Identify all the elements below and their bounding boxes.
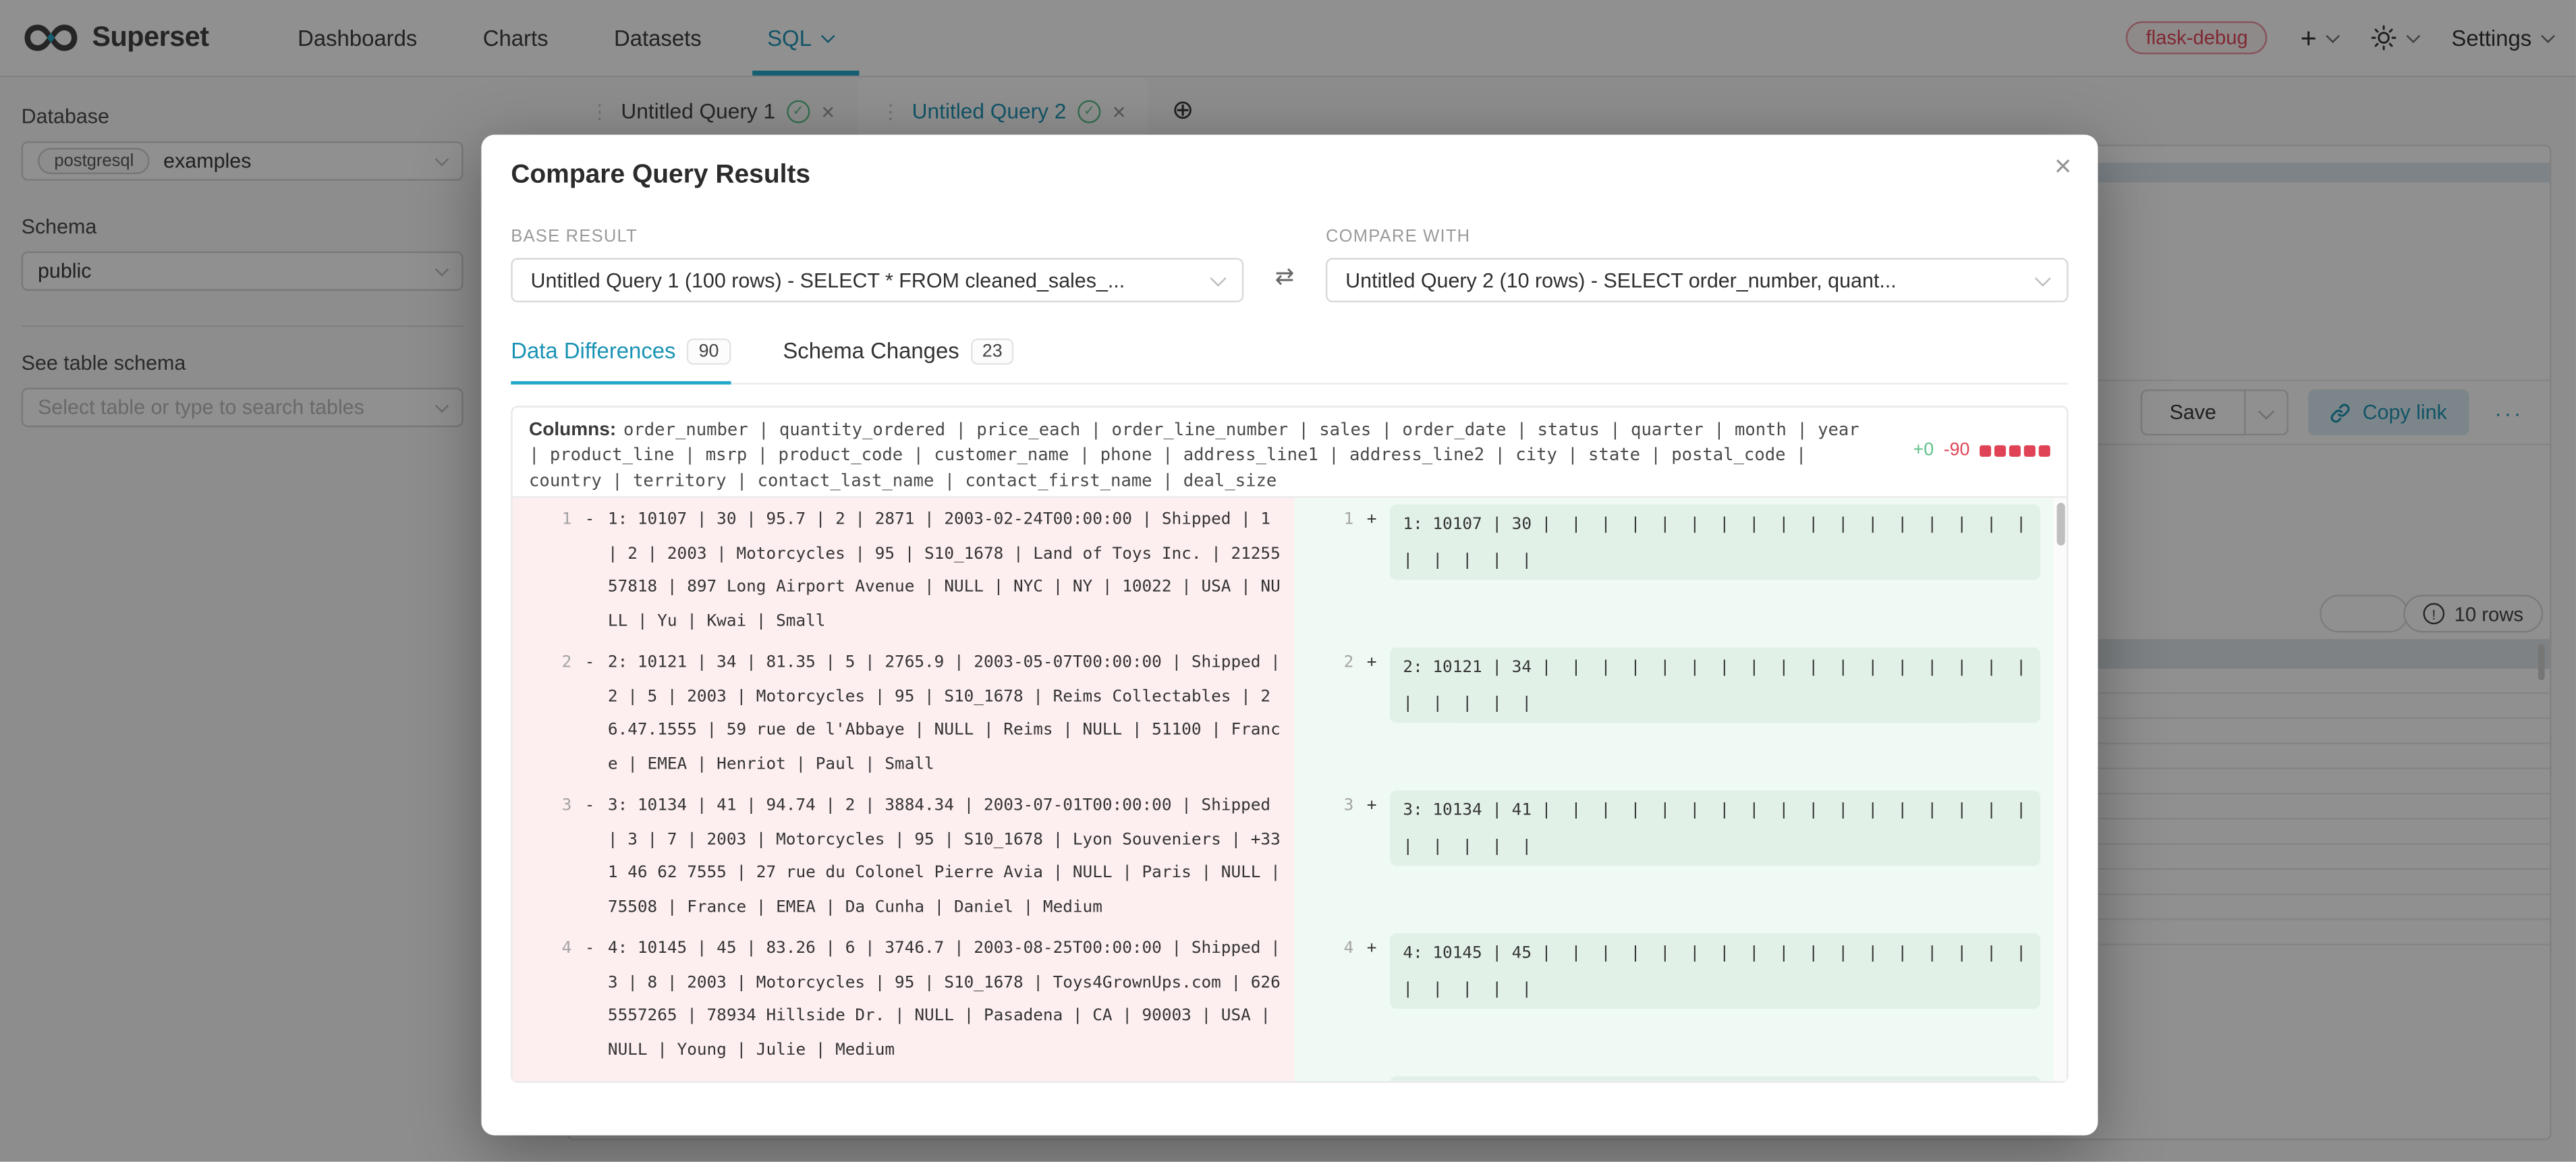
minus-sign: - bbox=[571, 647, 608, 782]
minus-sign: - bbox=[571, 505, 608, 640]
removed-row-text: 1: 10107 | 30 | 95.7 | 2 | 2871 | 2003-0… bbox=[608, 505, 1295, 640]
columns-header: Columns: order_number | quantity_ordered… bbox=[513, 408, 2067, 498]
compare-with-value: Untitled Query 2 (10 rows) - SELECT orde… bbox=[1345, 269, 1897, 292]
diff-removed-pane: 1-1: 10107 | 30 | 95.7 | 2 | 2871 | 2003… bbox=[513, 498, 1295, 1081]
line-number: 4 bbox=[513, 933, 572, 1068]
base-result-value: Untitled Query 1 (100 rows) - SELECT * F… bbox=[530, 269, 1125, 292]
added-row-block: 1: 10107 | 30 | | | | | | | | | | | | | … bbox=[1390, 505, 2040, 580]
diff-removed-row: 4-4: 10145 | 45 | 83.26 | 6 | 3746.7 | 2… bbox=[513, 933, 1295, 1068]
line-number: 3 bbox=[513, 790, 572, 925]
diffstat: +0 -90 bbox=[1913, 441, 2050, 460]
result-selectors: BASE RESULT Untitled Query 1 (100 rows) … bbox=[511, 227, 2068, 302]
diff-added-row: 3+3: 10134 | 41 | | | | | | | | | | | | … bbox=[1295, 790, 2054, 873]
diff-scrollbar bbox=[2054, 498, 2067, 1081]
base-result-select[interactable]: Untitled Query 1 (100 rows) - SELECT * F… bbox=[511, 258, 1243, 302]
modal-tab-label: Schema Changes bbox=[783, 339, 959, 364]
modal-title: Compare Query Results bbox=[511, 161, 810, 191]
base-result-label: BASE RESULT bbox=[511, 227, 1243, 246]
line-number: 4 bbox=[1295, 933, 1354, 1016]
diff-added-row: 4+4: 10145 | 45 | | | | | | | | | | | | … bbox=[1295, 933, 2054, 1016]
chevron-down-icon bbox=[2035, 271, 2051, 287]
added-row-text: 1: 10107 | 30 | | | | | | | | | | | | | … bbox=[1403, 516, 2040, 570]
plus-sign: + bbox=[1353, 505, 1390, 587]
close-icon[interactable]: × bbox=[2054, 151, 2072, 181]
columns-label: Columns: bbox=[529, 420, 616, 440]
diff-added-row: 1+1: 10107 | 30 | | | | | | | | | | | | … bbox=[1295, 505, 2054, 587]
line-number: 2 bbox=[513, 647, 572, 782]
added-row-block: 4: 10145 | 45 | | | | | | | | | | | | | … bbox=[1390, 933, 2040, 1009]
modal-tab-schema-changes[interactable]: Schema Changes 23 bbox=[783, 329, 1013, 383]
added-row-block: 3: 10134 | 41 | | | | | | | | | | | | | … bbox=[1390, 790, 2040, 866]
added-row-block bbox=[1390, 1076, 2040, 1081]
modal-tab-label: Data Differences bbox=[511, 339, 675, 364]
modal-tab-badge: 23 bbox=[971, 337, 1014, 364]
plus-sign bbox=[1353, 1076, 1390, 1081]
screen: Superset DashboardsChartsDatasetsSQL fla… bbox=[0, 0, 2576, 1161]
diffstat-block bbox=[2009, 445, 2021, 456]
minus-sign: - bbox=[571, 933, 608, 1068]
modal-tabs: Data Differences 90 Schema Changes 23 bbox=[511, 329, 2068, 385]
line-number: 1 bbox=[513, 505, 572, 640]
line-number: 2 bbox=[1295, 647, 1354, 729]
diffstat-block bbox=[2039, 445, 2050, 456]
diffstat-blocks bbox=[1980, 445, 2050, 456]
swap-icon[interactable]: ⇄ bbox=[1275, 263, 1295, 291]
added-count: +0 bbox=[1913, 441, 1934, 460]
diff-removed-row: 3-3: 10134 | 41 | 94.74 | 2 | 3884.34 | … bbox=[513, 790, 1295, 925]
removed-row-text: 3: 10134 | 41 | 94.74 | 2 | 3884.34 | 20… bbox=[608, 790, 1295, 925]
removed-row-text: 2: 10121 | 34 | 81.35 | 5 | 2765.9 | 200… bbox=[608, 647, 1295, 782]
diffstat-block bbox=[1994, 445, 2006, 456]
diff-removed-row: 1-1: 10107 | 30 | 95.7 | 2 | 2871 | 2003… bbox=[513, 505, 1295, 640]
removed-count: -90 bbox=[1944, 441, 1970, 460]
added-row-text: 3: 10134 | 41 | | | | | | | | | | | | | … bbox=[1403, 802, 2040, 855]
diffstat-block bbox=[1980, 445, 1991, 456]
modal-tab-data-differences[interactable]: Data Differences 90 bbox=[511, 329, 730, 383]
diff-added-row: 2+2: 10121 | 34 | | | | | | | | | | | | … bbox=[1295, 647, 2054, 729]
chevron-down-icon bbox=[1210, 271, 1226, 287]
columns-list: order_number | quantity_ordered | price_… bbox=[529, 420, 1859, 491]
diff-panel: Columns: order_number | quantity_ordered… bbox=[511, 406, 2068, 1082]
compare-query-results-modal: Compare Query Results × BASE RESULT Unti… bbox=[481, 135, 2098, 1136]
compare-with-select[interactable]: Untitled Query 2 (10 rows) - SELECT orde… bbox=[1326, 258, 2069, 302]
removed-row-text: 4: 10145 | 45 | 83.26 | 6 | 3746.7 | 200… bbox=[608, 933, 1295, 1068]
diff-scrollbar-thumb[interactable] bbox=[2056, 503, 2064, 545]
diffstat-block bbox=[2024, 445, 2036, 456]
diff-added-row bbox=[1295, 1076, 2054, 1081]
added-row-text: 2: 10121 | 34 | | | | | | | | | | | | | … bbox=[1403, 659, 2040, 712]
line-number: 1 bbox=[1295, 505, 1354, 587]
line-number: 3 bbox=[1295, 790, 1354, 873]
compare-with-label: COMPARE WITH bbox=[1326, 227, 2069, 246]
diff-view: 1-1: 10107 | 30 | 95.7 | 2 | 2871 | 2003… bbox=[513, 498, 2067, 1081]
modal-tab-badge: 90 bbox=[688, 337, 731, 364]
plus-sign: + bbox=[1353, 933, 1390, 1016]
line-number bbox=[1295, 1076, 1354, 1081]
added-row-block: 2: 10121 | 34 | | | | | | | | | | | | | … bbox=[1390, 647, 2040, 723]
plus-sign: + bbox=[1353, 790, 1390, 873]
plus-sign: + bbox=[1353, 647, 1390, 729]
diff-removed-row: 2-2: 10121 | 34 | 81.35 | 5 | 2765.9 | 2… bbox=[513, 647, 1295, 782]
added-row-text: 4: 10145 | 45 | | | | | | | | | | | | | … bbox=[1403, 945, 2040, 998]
diff-added-pane: 1+1: 10107 | 30 | | | | | | | | | | | | … bbox=[1295, 498, 2054, 1081]
minus-sign: - bbox=[571, 790, 608, 925]
